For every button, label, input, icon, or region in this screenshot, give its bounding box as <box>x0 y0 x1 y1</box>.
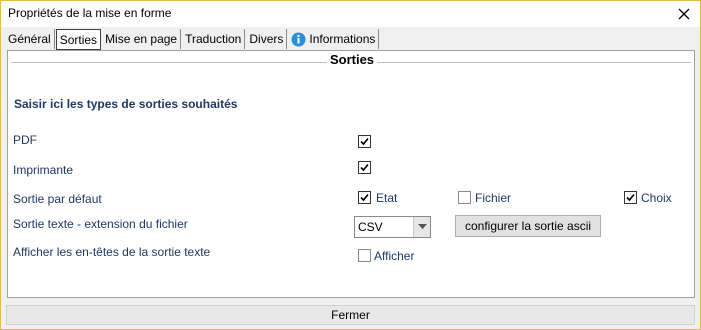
tab-divers[interactable]: Divers <box>246 29 288 49</box>
afficher-entetes-label: Afficher les en-têtes de la sortie texte <box>13 245 211 259</box>
checkmark-icon <box>360 193 369 202</box>
extension-select[interactable]: CSV <box>354 216 431 238</box>
configure-ascii-button[interactable]: configurer la sortie ascii <box>455 215 601 237</box>
extension-value: CSV <box>358 220 383 234</box>
checkmark-icon <box>360 163 369 172</box>
sortie-texte-label: Sortie texte - extension du fichier <box>13 217 188 231</box>
tab-label: Traduction <box>185 32 242 46</box>
tab-label: Mise en page <box>105 32 178 46</box>
pdf-label: PDF <box>13 133 37 147</box>
close-icon <box>678 8 690 20</box>
tab-label: Général <box>8 32 51 46</box>
checkmark-icon <box>626 193 635 202</box>
tab-strip: Général Sorties Mise en page Traduction … <box>5 29 380 50</box>
close-button[interactable] <box>672 3 696 25</box>
close-dialog-button[interactable]: Fermer <box>6 305 695 325</box>
checkmark-icon <box>360 137 369 146</box>
etat-checkbox[interactable] <box>358 191 371 204</box>
tab-label: Sorties <box>59 32 98 47</box>
tab-mise-en-page[interactable]: Mise en page <box>102 29 182 49</box>
choix-label: Choix <box>641 191 672 205</box>
sorties-panel: Sorties Saisir ici les types de sorties … <box>7 50 695 298</box>
etat-label: Etat <box>376 191 398 205</box>
sortie-defaut-label: Sortie par défaut <box>13 192 102 206</box>
tab-sorties[interactable]: Sorties <box>55 29 102 50</box>
tab-general[interactable]: Général <box>5 29 55 49</box>
chevron-down-icon <box>417 224 427 229</box>
pdf-checkbox[interactable] <box>358 135 371 148</box>
tab-traduction[interactable]: Traduction <box>182 29 246 49</box>
section-title: Sorties <box>8 52 696 67</box>
afficher-checkbox[interactable] <box>358 249 371 262</box>
afficher-option-label: Afficher <box>374 249 415 263</box>
window-title: Propriétés de la mise en forme <box>8 6 172 20</box>
dropdown-arrow[interactable] <box>413 217 430 237</box>
imprimante-checkbox[interactable] <box>358 161 371 174</box>
title-bar: Propriétés de la mise en forme <box>1 1 700 27</box>
tab-label: Informations <box>309 32 376 46</box>
fichier-label: Fichier <box>475 191 512 205</box>
imprimante-label: Imprimante <box>13 163 74 177</box>
tab-label: Divers <box>249 32 284 46</box>
dialog-window: Propriétés de la mise en forme Général S… <box>0 0 701 330</box>
info-icon <box>291 32 306 46</box>
choix-checkbox[interactable] <box>624 191 637 204</box>
section-heading: Saisir ici les types de sorties souhaité… <box>14 97 238 111</box>
tab-informations[interactable]: Informations <box>288 29 380 49</box>
fichier-checkbox[interactable] <box>458 191 471 204</box>
section-title-text: Sorties <box>326 52 378 67</box>
